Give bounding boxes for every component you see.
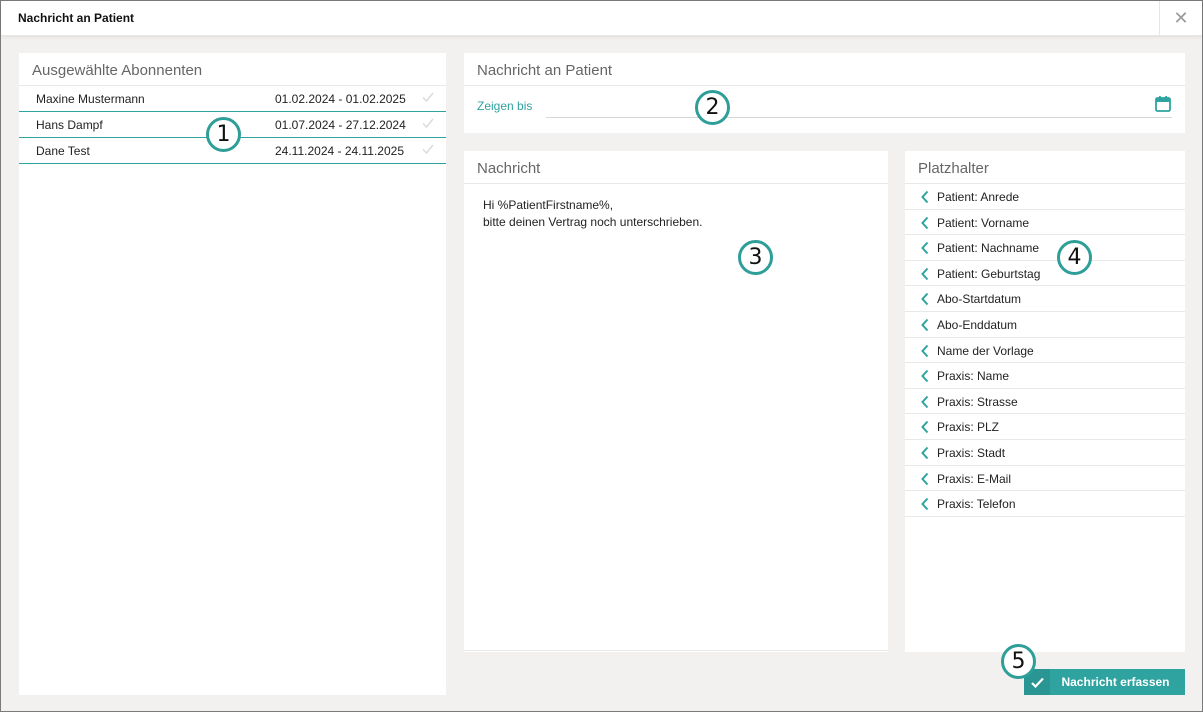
chevron-left-icon — [921, 242, 929, 255]
chevron-left-icon — [921, 472, 929, 485]
close-icon: ✕ — [1173, 8, 1189, 28]
placeholder-item[interactable]: Praxis: Name — [905, 363, 1185, 389]
chevron-left-icon — [921, 267, 929, 280]
message-header-title: Nachricht an Patient — [464, 53, 1185, 86]
chevron-left-icon — [921, 216, 929, 229]
message-header: Nachricht — [464, 151, 888, 184]
placeholder-label: Patient: Vorname — [937, 215, 1030, 230]
check-icon[interactable] — [421, 90, 435, 104]
subscriber-dates: 01.02.2024 - 01.02.2025 — [275, 92, 406, 106]
check-icon[interactable] — [421, 142, 435, 156]
placeholder-item[interactable]: Abo-Startdatum — [905, 286, 1185, 312]
show-until-label: Zeigen bis — [477, 99, 533, 113]
chevron-left-icon — [921, 369, 929, 383]
chevron-left-icon — [921, 395, 929, 408]
placeholders-panel: Platzhalter Patient: Anrede Patient: Vorn… — [905, 151, 1185, 652]
annotation-badge-4: 4 — [1057, 240, 1092, 275]
placeholder-label: Praxis: PLZ — [937, 420, 1000, 435]
placeholder-label: Name der Vorlage — [937, 343, 1034, 358]
subscriber-name: Maxine Mustermann — [36, 92, 145, 106]
subscriber-row[interactable]: Maxine Mustermann 01.02.2024 - 01.02.2025 — [19, 86, 446, 112]
annotation-badge-5: 5 — [1001, 644, 1036, 679]
placeholder-item[interactable]: Patient: Nachname — [905, 235, 1185, 261]
message-textarea[interactable]: Hi %PatientFirstname%, bitte deinen Vert… — [464, 184, 888, 244]
placeholder-label: Praxis: Stadt — [937, 445, 1006, 460]
message-panel: Nachricht Hi %PatientFirstname%, bitte d… — [464, 151, 888, 652]
placeholder-item[interactable]: Patient: Anrede — [905, 184, 1185, 210]
placeholder-item[interactable]: Patient: Vorname — [905, 210, 1185, 236]
placeholders-list: Patient: Anrede Patient: Vorname Patient: … — [905, 184, 1185, 517]
chevron-left-icon — [921, 318, 929, 332]
placeholder-item[interactable]: Name der Vorlage — [905, 338, 1185, 364]
submit-message-button[interactable]: Nachricht erfassen — [1024, 669, 1185, 695]
annotation-badge-2: 2 — [695, 90, 730, 125]
placeholder-label: Abo-Enddatum — [937, 317, 1018, 332]
placeholder-item[interactable]: Abo-Enddatum — [905, 312, 1185, 338]
placeholder-label: Patient: Anrede — [937, 190, 1020, 204]
show-until-input[interactable] — [546, 117, 1172, 118]
calendar-icon[interactable] — [1154, 95, 1172, 113]
chevron-left-icon — [921, 344, 929, 357]
message-header-panel: Nachricht an Patient Zeigen bis — [464, 53, 1185, 133]
subscriber-name: Dane Test — [36, 144, 90, 158]
close-button[interactable]: ✕ — [1159, 1, 1202, 36]
chevron-left-icon — [921, 190, 929, 204]
placeholder-item[interactable]: Praxis: Strasse — [905, 389, 1185, 415]
chevron-left-icon — [921, 497, 929, 511]
submit-button-label: Nachricht erfassen — [1061, 675, 1170, 689]
title-bar: Nachricht an Patient ✕ — [1, 1, 1202, 36]
placeholder-label: Praxis: Strasse — [937, 394, 1018, 409]
chevron-left-icon — [921, 446, 929, 460]
placeholder-label: Patient: Geburtstag — [937, 266, 1041, 281]
placeholder-label: Praxis: E-Mail — [937, 471, 1012, 486]
placeholder-label: Patient: Nachname — [937, 241, 1040, 256]
chevron-left-icon — [921, 421, 929, 434]
chevron-left-icon — [921, 293, 929, 306]
dialog-title: Nachricht an Patient — [18, 11, 135, 25]
placeholders-header: Platzhalter — [905, 151, 1185, 184]
annotation-badge-3: 3 — [738, 240, 773, 275]
placeholder-label: Praxis: Telefon — [937, 497, 1016, 512]
placeholder-item[interactable]: Praxis: E-Mail — [905, 466, 1185, 492]
placeholder-item[interactable]: Praxis: Stadt — [905, 440, 1185, 466]
subscriber-dates: 24.11.2024 - 24.11.2025 — [275, 144, 404, 158]
placeholder-item[interactable]: Patient: Geburtstag — [905, 261, 1185, 287]
placeholder-item[interactable]: Praxis: Telefon — [905, 491, 1185, 517]
placeholder-item[interactable]: Praxis: PLZ — [905, 414, 1185, 440]
check-icon[interactable] — [421, 116, 435, 130]
subscribers-header: Ausgewählte Abonnenten — [19, 53, 446, 86]
message-divider — [464, 650, 888, 651]
placeholder-label: Abo-Startdatum — [937, 292, 1022, 307]
placeholder-label: Praxis: Name — [937, 369, 1010, 384]
subscriber-name: Hans Dampf — [36, 118, 103, 132]
annotation-badge-1: 1 — [206, 117, 241, 152]
dialog-window: Nachricht an Patient ✕ Ausgewählte Abonn… — [0, 0, 1203, 712]
subscriber-dates: 01.07.2024 - 27.12.2024 — [275, 118, 406, 132]
